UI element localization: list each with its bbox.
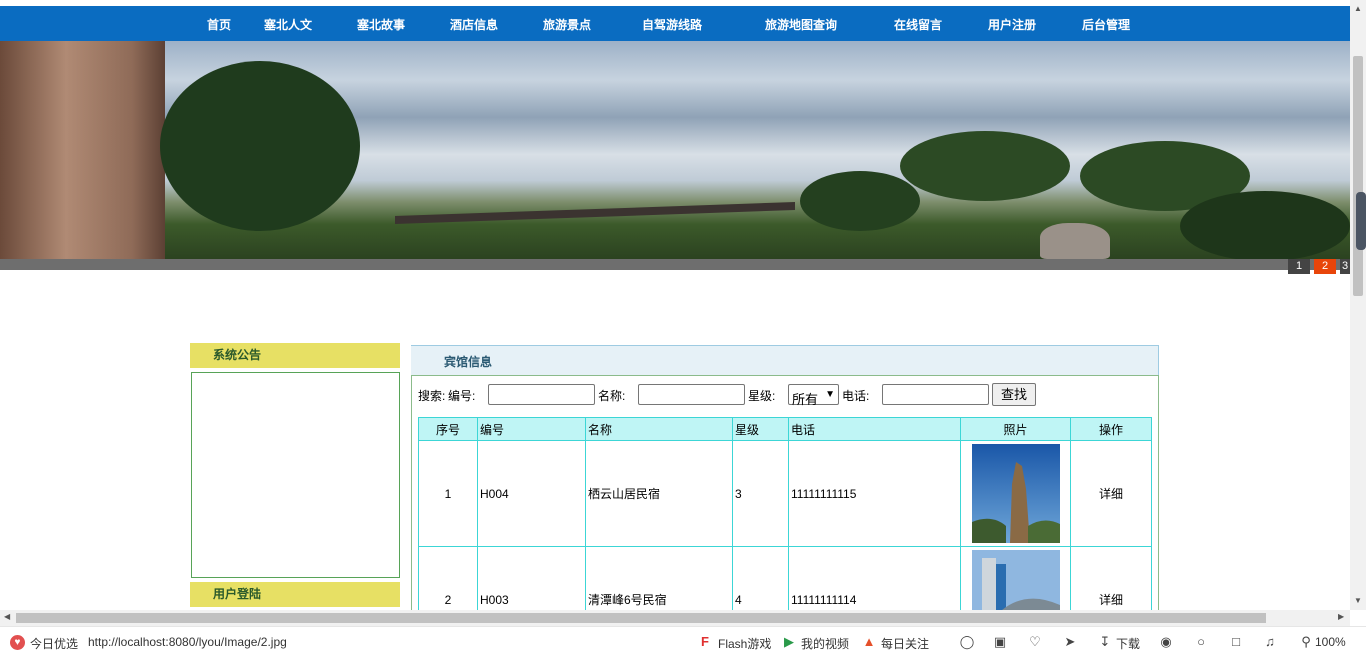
code-label: 编号: — [448, 389, 476, 403]
today-pick-link[interactable]: 今日优选 — [30, 635, 78, 652]
heart-outline-icon[interactable]: ♡ — [1027, 634, 1043, 650]
banner-tree — [800, 171, 920, 231]
nav-home[interactable]: 首页 — [207, 6, 231, 41]
nav-self-drive[interactable]: 自驾游线路 — [642, 6, 702, 41]
banner-rock — [0, 41, 165, 259]
window-icon[interactable]: □ — [1228, 634, 1244, 650]
star-select[interactable]: 所有 ▼ — [788, 384, 839, 407]
banner-image — [0, 41, 1350, 259]
banner-stone — [1040, 223, 1110, 259]
horizontal-scroll-thumb[interactable] — [16, 613, 1266, 623]
star-label: 星级: — [748, 389, 776, 403]
col-code: 编号 — [477, 417, 586, 441]
col-action: 操作 — [1070, 417, 1152, 441]
side-panel-handle[interactable] — [1356, 192, 1366, 250]
banner-tree — [160, 61, 360, 231]
col-name: 名称 — [585, 417, 733, 441]
flash-game-icon[interactable]: F — [697, 634, 713, 650]
banner-caption-bar — [0, 259, 1350, 270]
browser-icon[interactable]: ○ — [1193, 634, 1209, 650]
chevron-down-icon: ▼ — [825, 389, 835, 400]
my-videos-link[interactable]: 我的视频 — [801, 635, 849, 652]
login-title: 用户登陆 — [190, 582, 400, 607]
banner-tree — [1180, 191, 1350, 259]
hotel-photo[interactable] — [971, 444, 1060, 543]
image-icon[interactable]: ▣ — [992, 634, 1008, 650]
top-navigation: 首页 塞北人文 塞北故事 酒店信息 旅游景点 自驾游线路 旅游地图查询 在线留言… — [0, 6, 1350, 41]
nav-hotels[interactable]: 酒店信息 — [450, 6, 498, 41]
nav-register[interactable]: 用户注册 — [988, 6, 1036, 41]
cell-name: 栖云山居民宿 — [585, 440, 733, 547]
table-row: 1 H004 栖云山居民宿 3 11111111115 详细 — [418, 440, 1152, 547]
vertical-scroll-thumb[interactable] — [1353, 56, 1363, 296]
scroll-up-icon[interactable]: ▲ — [1354, 4, 1362, 13]
banner-bridge — [395, 202, 795, 224]
browser-status-bar: ♥ 今日优选 http://localhost:8080/lyou/Image/… — [0, 626, 1366, 655]
horizontal-scrollbar[interactable]: ◀ ▶ — [0, 610, 1350, 626]
nav-attractions[interactable]: 旅游景点 — [543, 6, 591, 41]
hotel-panel-title: 宾馆信息 — [411, 345, 1159, 375]
speaker-icon[interactable]: ♫ — [1262, 634, 1278, 650]
heart-icon[interactable]: ♥ — [10, 635, 25, 650]
download-icon[interactable]: ↧ — [1097, 634, 1113, 650]
flame-icon[interactable]: ▲ — [861, 634, 877, 650]
download-link[interactable]: 下载 — [1116, 635, 1140, 652]
nav-map-query[interactable]: 旅游地图查询 — [765, 6, 837, 41]
nav-admin[interactable]: 后台管理 — [1082, 6, 1130, 41]
col-index: 序号 — [418, 417, 478, 441]
daily-focus-link[interactable]: 每日关注 — [881, 635, 929, 652]
cell-photo — [960, 440, 1071, 547]
phone-input[interactable] — [882, 384, 989, 405]
rocket-icon[interactable]: ➤ — [1062, 634, 1078, 650]
search-button[interactable]: 查找 — [992, 383, 1036, 406]
notice-title: 系统公告 — [190, 343, 400, 368]
detail-link[interactable]: 详细 — [1070, 440, 1152, 547]
banner-tree — [900, 131, 1070, 201]
headset-icon[interactable]: ◉ — [1158, 634, 1174, 650]
code-input[interactable] — [488, 384, 595, 405]
vertical-scrollbar[interactable]: ▲ ▼ — [1350, 0, 1366, 610]
name-input[interactable] — [638, 384, 745, 405]
video-play-icon[interactable]: ▶ — [781, 634, 797, 650]
banner-pager-3[interactable]: 3 — [1340, 259, 1350, 274]
flash-games-link[interactable]: Flash游戏 — [718, 635, 771, 652]
banner-pager-2[interactable]: 2 — [1314, 259, 1336, 274]
col-photo: 照片 — [960, 417, 1071, 441]
banner-pager-1[interactable]: 1 — [1288, 259, 1310, 274]
zoom-icon[interactable]: ⚲ — [1298, 634, 1314, 650]
cell-star: 3 — [732, 440, 789, 547]
zoom-level[interactable]: 100% — [1315, 635, 1346, 649]
name-label: 名称: — [598, 389, 626, 403]
nav-stories[interactable]: 塞北故事 — [357, 6, 405, 41]
phone-label: 电话: — [842, 389, 870, 403]
search-label: 搜索: — [418, 389, 446, 403]
notice-box — [191, 372, 400, 578]
star-select-value: 所有 — [792, 392, 819, 407]
nav-culture[interactable]: 塞北人文 — [264, 6, 312, 41]
cell-code: H004 — [477, 440, 586, 547]
shield-icon[interactable]: ◯ — [959, 634, 975, 650]
status-url: http://localhost:8080/lyou/Image/2.jpg — [88, 635, 287, 649]
cell-index: 1 — [418, 440, 478, 547]
col-phone: 电话 — [788, 417, 961, 441]
scroll-right-icon[interactable]: ▶ — [1338, 612, 1344, 621]
col-star: 星级 — [732, 417, 789, 441]
scroll-down-icon[interactable]: ▼ — [1354, 596, 1362, 605]
cell-phone: 11111111115 — [788, 440, 961, 547]
table-header-row: 序号 编号 名称 星级 电话 照片 操作 — [418, 417, 1152, 441]
scroll-left-icon[interactable]: ◀ — [4, 612, 10, 621]
nav-messages[interactable]: 在线留言 — [894, 6, 942, 41]
